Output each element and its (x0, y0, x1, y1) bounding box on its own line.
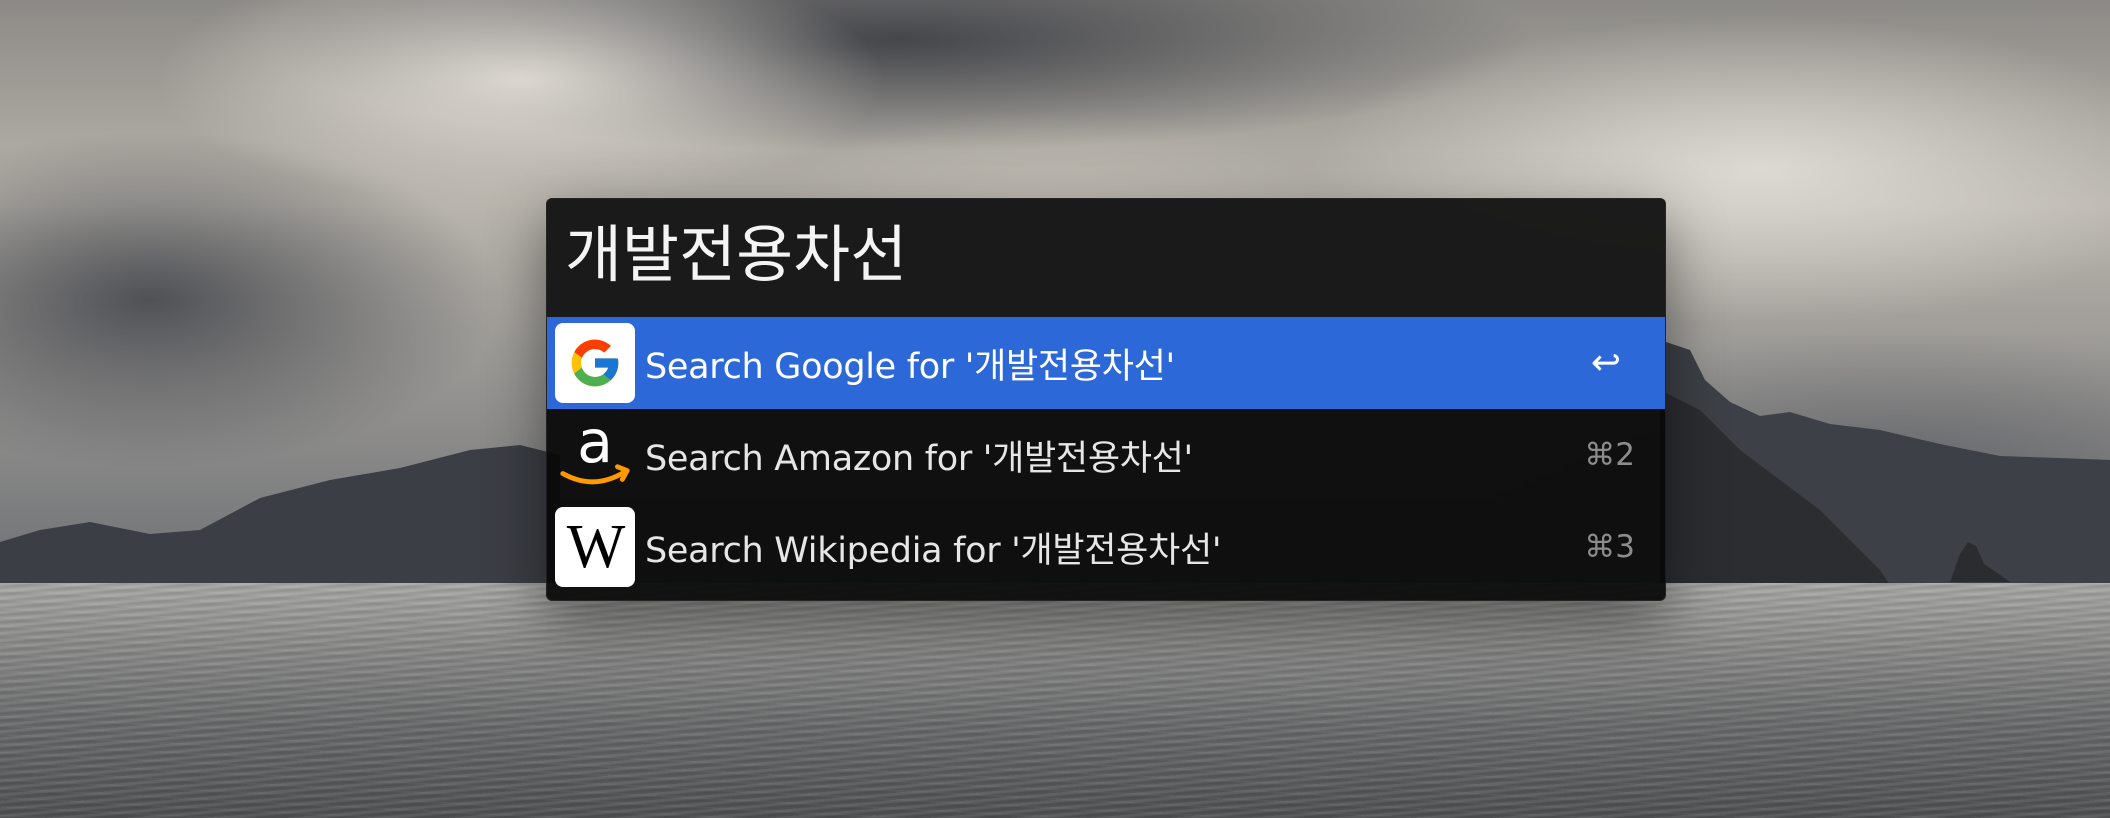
result-wikipedia[interactable]: W Search Wikipedia for '개발전용차선' ⌘3 (547, 501, 1665, 593)
amazon-icon: a (555, 414, 635, 495)
results-list: Search Google for '개발전용차선' ↩ a Search Am… (547, 317, 1665, 593)
shortcut-hint: ⌘2 (1584, 437, 1635, 473)
result-label: Search Amazon for '개발전용차선' (645, 438, 1193, 479)
wikipedia-icon: W (555, 507, 635, 587)
return-key-hint: ↩ (1590, 342, 1621, 384)
google-icon (555, 323, 635, 403)
wikipedia-glyph: W (566, 513, 625, 581)
sea-water (0, 583, 2110, 818)
result-google[interactable]: Search Google for '개발전용차선' ↩ (547, 317, 1665, 409)
result-label: Search Google for '개발전용차선' (645, 346, 1175, 387)
search-query-input[interactable]: 개발전용차선 (547, 199, 1665, 317)
result-label: Search Wikipedia for '개발전용차선' (645, 530, 1222, 571)
shortcut-hint: ⌘3 (1584, 529, 1635, 565)
svg-text:a: a (577, 414, 613, 476)
result-amazon[interactable]: a Search Amazon for '개발전용차선' ⌘2 (547, 409, 1665, 501)
desktop-wallpaper: 개발전용차선 Search Google for '개발전용차선' ↩ a Se… (0, 0, 2110, 818)
launcher-window: 개발전용차선 Search Google for '개발전용차선' ↩ a Se… (546, 198, 1666, 601)
